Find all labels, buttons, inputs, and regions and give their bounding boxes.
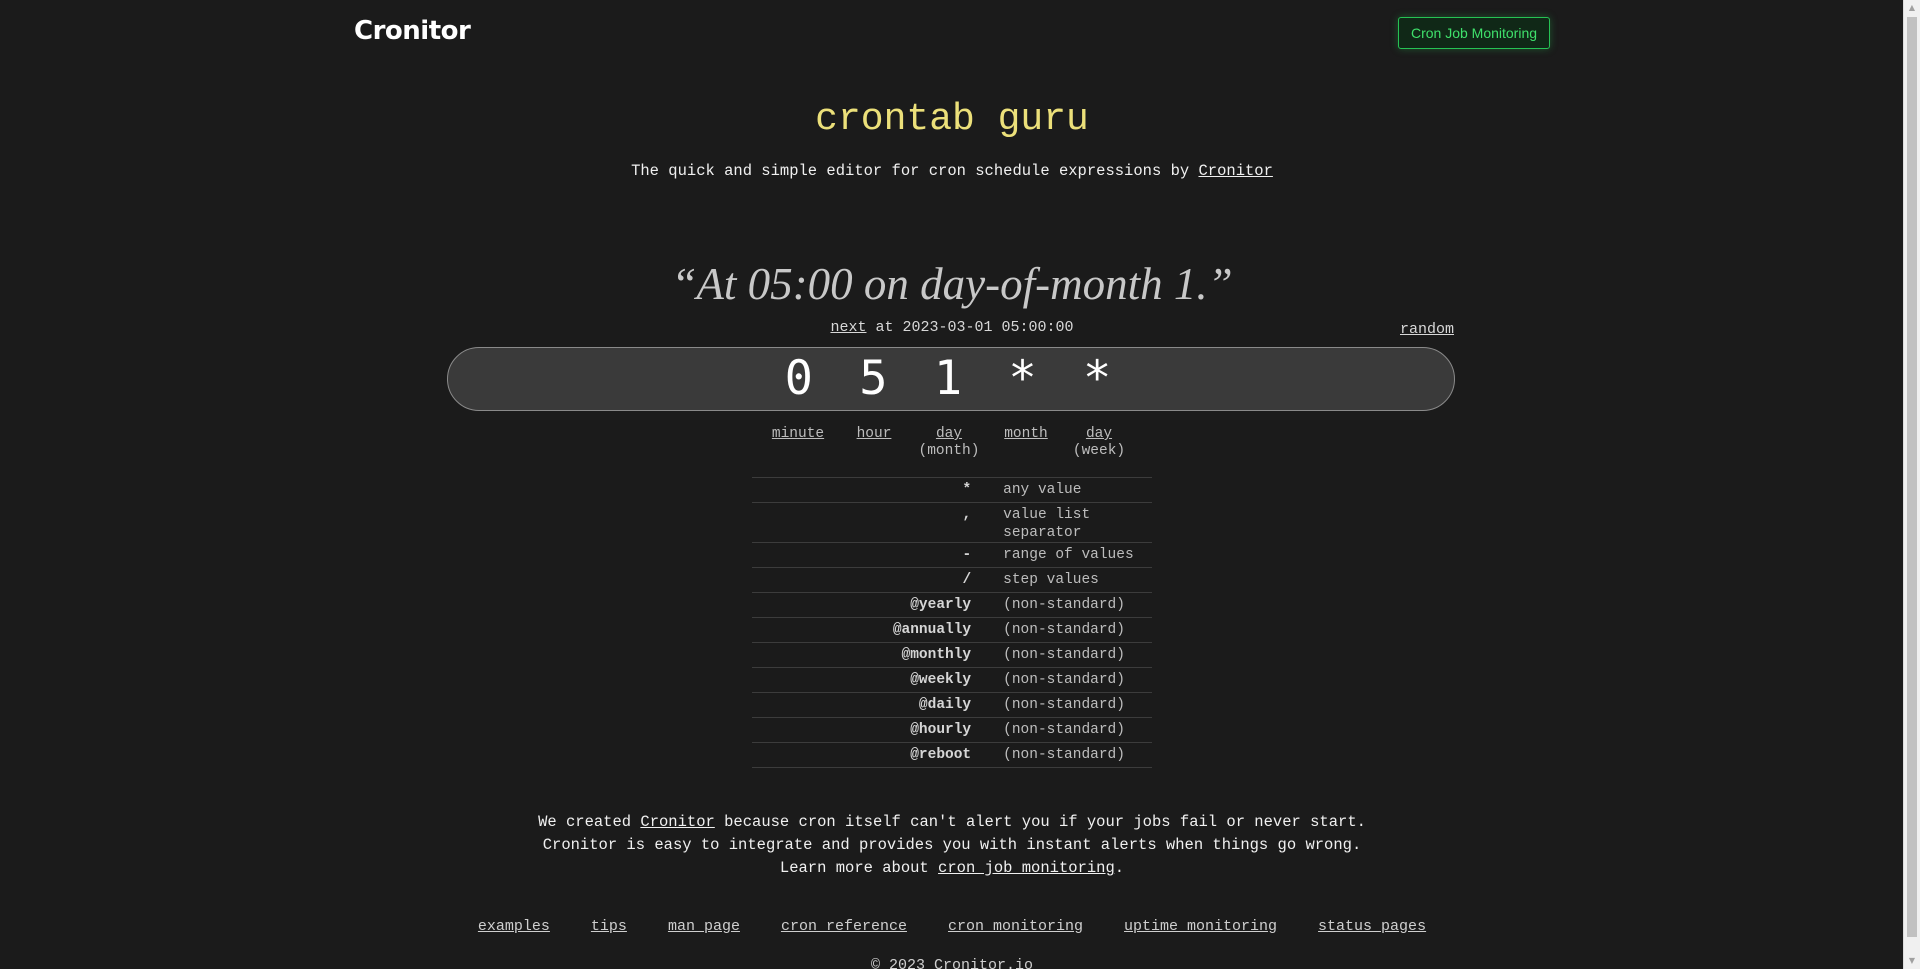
footer-link-cron-monitoring[interactable]: cron monitoring	[948, 918, 1083, 935]
promo-text: We created Cronitor because cron itself …	[0, 811, 1904, 880]
scroll-down-arrow-icon[interactable]: ▼	[1904, 953, 1920, 969]
promo-cronitor-link[interactable]: Cronitor	[640, 813, 714, 831]
syntax-legend-table: * any value , value list separator - range …	[752, 477, 1152, 768]
table-row: @daily (non-standard)	[752, 692, 1152, 718]
field-sub: (week)	[1072, 443, 1126, 459]
footer-link-man-page[interactable]: man page	[668, 918, 740, 935]
cron-expression-input[interactable]: 0 5 1 * *	[447, 347, 1455, 411]
legend-symbol: @reboot	[752, 742, 1002, 768]
table-row: @hourly (non-standard)	[752, 717, 1152, 743]
table-row: @monthly (non-standard)	[752, 642, 1152, 668]
legend-description: range of values	[1001, 542, 1152, 568]
legend-description: (non-standard)	[1001, 742, 1152, 768]
legend-description: (non-standard)	[1001, 692, 1152, 718]
field-month[interactable]: month	[994, 426, 1058, 460]
cron-job-monitoring-button[interactable]: Cron Job Monitoring	[1398, 17, 1550, 49]
table-row: - range of values	[752, 542, 1152, 568]
table-row: @weekly (non-standard)	[752, 667, 1152, 693]
schedule-description: “At 05:00 on day-of-month 1.”	[671, 259, 1233, 309]
promo-line-2: Cronitor is easy to integrate and provid…	[542, 836, 1362, 854]
field-sub: (month)	[918, 443, 980, 459]
legend-description: any value	[1001, 477, 1152, 503]
promo-text-part: We created	[538, 813, 641, 831]
footer-link-uptime-monitoring[interactable]: uptime monitoring	[1124, 918, 1277, 935]
next-link[interactable]: next	[830, 319, 866, 336]
legend-symbol: @monthly	[752, 642, 1002, 668]
legend-symbol: @annually	[752, 617, 1002, 643]
field-day-week[interactable]: day (week)	[1058, 426, 1140, 460]
promo-text-part: because cron itself can't alert you if y…	[714, 813, 1366, 831]
subtitle: The quick and simple editor for cron sch…	[0, 162, 1904, 180]
promo-line-1: We created Cronitor because cron itself …	[0, 811, 1904, 834]
legend-symbol: *	[752, 477, 1002, 503]
legend-description: value list separator	[1001, 502, 1152, 543]
logo-text: Cronitor	[354, 16, 471, 46]
random-link[interactable]: random	[1400, 321, 1454, 338]
table-row: @yearly (non-standard)	[752, 592, 1152, 618]
cron-job-monitoring-link[interactable]: cron job monitoring	[938, 859, 1115, 877]
legend-symbol: -	[752, 542, 1002, 568]
subtitle-text: The quick and simple editor for cron sch…	[631, 162, 1199, 180]
field-label: month	[1004, 426, 1048, 442]
copyright: © 2023 Cronitor.io	[870, 957, 1034, 969]
field-label: day	[935, 426, 963, 442]
legend-description: (non-standard)	[1001, 617, 1152, 643]
page-scrollbar[interactable]: ▲ ▼	[1903, 0, 1920, 969]
page: Cronitor Cron Job Monitoring crontab gur…	[0, 0, 1904, 969]
legend-symbol: @hourly	[752, 717, 1002, 743]
legend-description: (non-standard)	[1001, 667, 1152, 693]
field-hour[interactable]: hour	[844, 426, 904, 460]
table-row: * any value	[752, 477, 1152, 503]
legend-symbol: @weekly	[752, 667, 1002, 693]
next-run-line: next at 2023-03-01 05:00:00	[0, 319, 1904, 336]
scroll-up-arrow-icon[interactable]: ▲	[1904, 0, 1920, 16]
legend-symbol: @yearly	[752, 592, 1002, 618]
field-day-month[interactable]: day (month)	[904, 426, 994, 460]
footer-nav: examples tips man page cron reference cr…	[0, 918, 1904, 935]
promo-text-part: .	[1114, 859, 1125, 877]
field-label: hour	[856, 426, 892, 442]
footer-link-status-pages[interactable]: status pages	[1318, 918, 1426, 935]
table-row: , value list separator	[752, 502, 1152, 543]
promo-text-part: Learn more about	[779, 859, 939, 877]
table-row: @annually (non-standard)	[752, 617, 1152, 643]
field-labels: minute hour day (month) month day (week)	[752, 426, 1140, 460]
next-run-time: at 2023-03-01 05:00:00	[866, 319, 1074, 336]
footer-link-tips[interactable]: tips	[591, 918, 627, 935]
legend-description: step values	[1001, 567, 1152, 593]
legend-symbol: /	[752, 567, 1002, 593]
legend-description: (non-standard)	[1001, 592, 1152, 618]
legend-description: (non-standard)	[1001, 642, 1152, 668]
cronitor-logo[interactable]: Cronitor	[354, 16, 471, 46]
field-minute[interactable]: minute	[752, 426, 844, 460]
promo-line-3: Learn more about cron job monitoring.	[0, 857, 1904, 880]
table-row: @reboot (non-standard)	[752, 742, 1152, 768]
legend-symbol: @daily	[752, 692, 1002, 718]
subtitle-cronitor-link[interactable]: Cronitor	[1198, 162, 1272, 180]
field-label: day	[1085, 426, 1113, 442]
field-label: minute	[771, 426, 825, 442]
page-title: crontab guru	[815, 98, 1089, 141]
scrollbar-thumb[interactable]	[1907, 17, 1917, 937]
legend-symbol: ,	[752, 502, 1002, 543]
legend-description: (non-standard)	[1001, 717, 1152, 743]
footer-link-examples[interactable]: examples	[478, 918, 550, 935]
table-row: / step values	[752, 567, 1152, 593]
footer-link-cron-reference[interactable]: cron reference	[781, 918, 907, 935]
